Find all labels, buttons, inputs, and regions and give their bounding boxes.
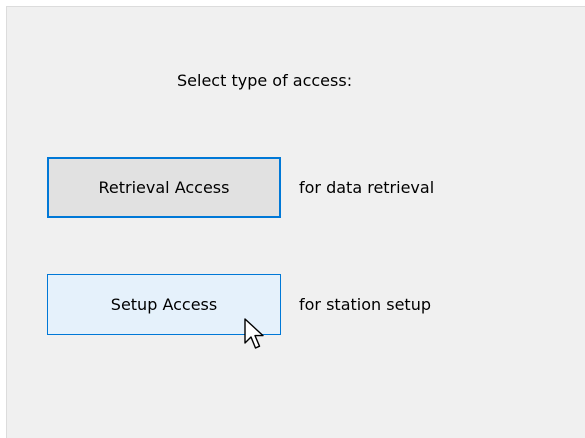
setup-access-description: for station setup xyxy=(299,295,431,314)
retrieval-access-button-label: Retrieval Access xyxy=(98,178,230,197)
retrieval-access-description: for data retrieval xyxy=(299,178,435,197)
access-dialog-panel: Select type of access: Retrieval Access … xyxy=(6,6,585,438)
setup-access-button-label: Setup Access xyxy=(110,295,218,314)
retrieval-access-button[interactable]: Retrieval Access xyxy=(47,157,281,218)
access-type-prompt: Select type of access: xyxy=(177,71,353,90)
arrow-pointer-icon xyxy=(244,318,264,349)
